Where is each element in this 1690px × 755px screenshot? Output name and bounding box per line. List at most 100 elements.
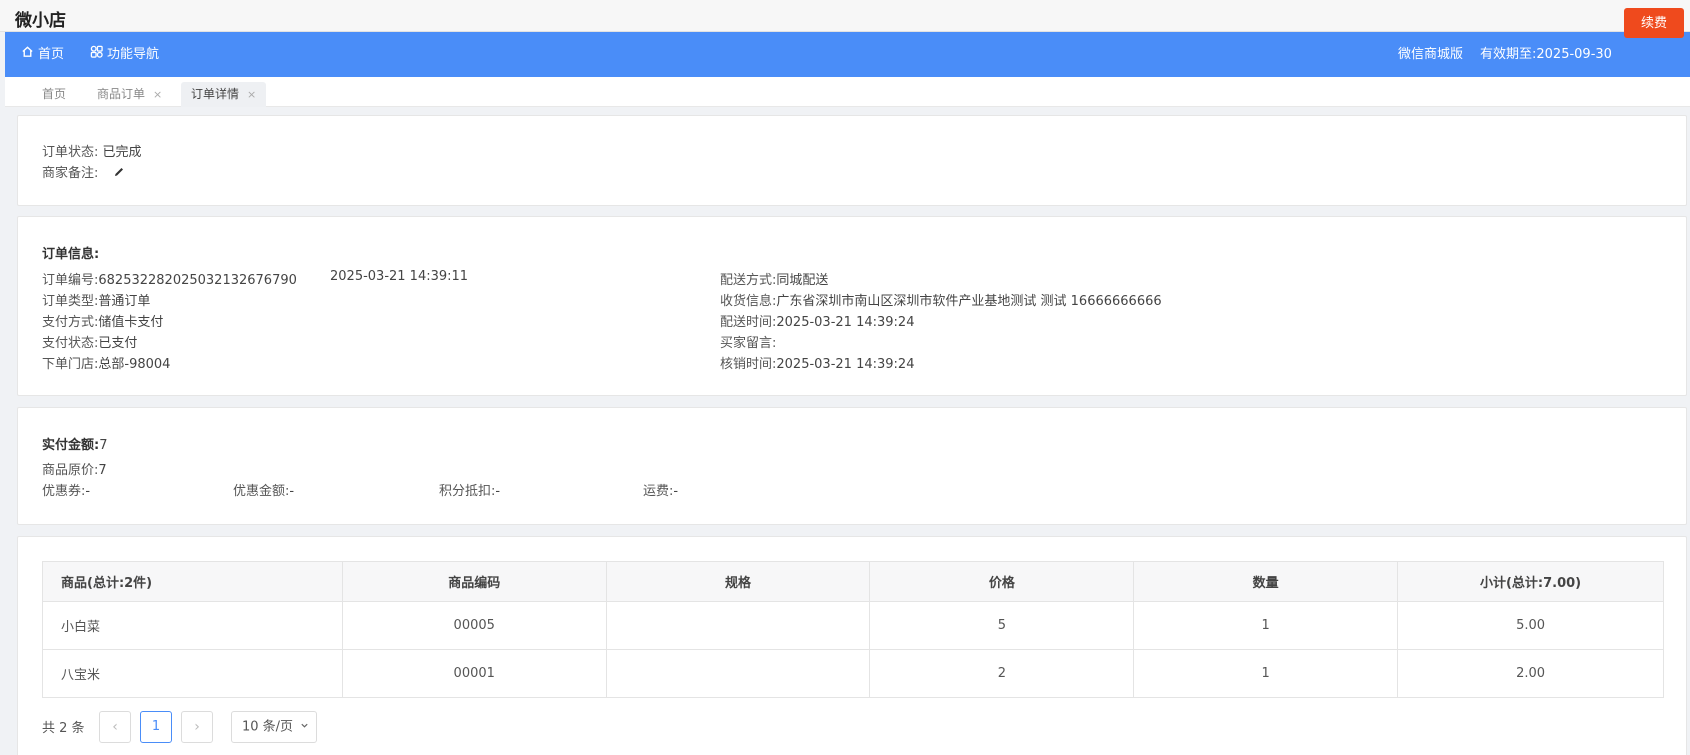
tab-bar: 首页 商品订单 × 订单详情 ×	[5, 77, 1690, 107]
order-status-row: 订单状态: 已完成	[42, 141, 142, 160]
delivery-value: 同城配送	[776, 273, 829, 288]
tab-product-orders-label: 商品订单	[97, 87, 146, 101]
col-header-code: 商品编码	[341, 561, 607, 602]
verify-time-value: 2025-03-21 14:39:24	[776, 357, 915, 372]
order-type-value: 普通订单	[98, 294, 151, 309]
cell-code: 00001	[341, 649, 607, 698]
delivery-row: 配送方式:同城配送	[720, 269, 828, 288]
order-time: 2025-03-21 14:39:11	[330, 269, 469, 284]
nav-function[interactable]: 功能导航	[90, 32, 159, 77]
chevron-down-icon	[300, 712, 309, 742]
order-type-row: 订单类型:普通订单	[42, 290, 150, 309]
delivery-time-row: 配送时间:2025-03-21 14:39:24	[720, 311, 914, 330]
address-row: 收货信息:广东省深圳市南山区深圳市软件产业基地测试 测试 16666666666	[720, 290, 1162, 309]
col-header-spec: 规格	[605, 561, 871, 602]
goods-card: 商品(总计:2件) 商品编码 规格 价格 数量 小计(总计:7.00) 小白菜 …	[17, 536, 1687, 755]
store-label: 下单门店:	[42, 357, 99, 372]
page-1-button[interactable]: 1	[140, 711, 172, 743]
close-icon[interactable]: ×	[247, 88, 256, 101]
pay-status-value: 已支付	[98, 336, 138, 351]
discount-label: 优惠金额:	[233, 484, 290, 499]
discount-value: -	[289, 484, 295, 499]
cell-product: 八宝米	[42, 649, 343, 698]
pay-status-label: 支付状态:	[42, 336, 99, 351]
cell-spec	[605, 601, 871, 650]
order-no-value: 68253228202503213267679​0	[98, 273, 297, 288]
buyer-message-label: 买家留言:	[720, 336, 777, 351]
freight-row: 运费:-	[643, 480, 678, 499]
order-no-label: 订单编号:	[42, 273, 99, 288]
col-header-price: 价格	[869, 561, 1135, 602]
renew-button[interactable]: 续费	[1624, 8, 1684, 38]
page-size-value: 10 条/页	[242, 719, 294, 735]
function-nav-icon	[90, 32, 103, 77]
cell-price: 2	[869, 649, 1135, 698]
original-price-label: 商品原价:	[42, 463, 99, 478]
page-size-select[interactable]: 10 条/页	[231, 711, 317, 743]
store-value: 总部-98004	[98, 357, 171, 372]
col-header-product: 商品(总计:2件)	[42, 561, 343, 602]
tab-order-detail[interactable]: 订单详情 ×	[181, 82, 267, 107]
delivery-time-label: 配送时间:	[720, 315, 777, 330]
store-row: 下单门店:总部-98004	[42, 353, 170, 372]
order-info-card: 订单信息: 订单编号:68253228202503213267679​0 202…	[17, 216, 1687, 396]
table-header-row: 商品(总计:2件) 商品编码 规格 价格 数量 小计(总计:7.00)	[42, 561, 1664, 602]
discount-row: 优惠金额:-	[233, 480, 294, 499]
order-status-label: 订单状态:	[42, 145, 99, 160]
original-price-row: 商品原价:7	[42, 459, 107, 478]
pager-total: 共 2 条	[42, 721, 85, 736]
cell-code: 00005	[341, 601, 607, 650]
coupon-value: -	[85, 484, 91, 499]
paid-amount-value: 7	[99, 438, 108, 453]
cell-product: 小白菜	[42, 601, 343, 650]
verify-time-row: 核销时间:2025-03-21 14:39:24	[720, 353, 914, 372]
tab-order-detail-label: 订单详情	[191, 87, 240, 101]
freight-value: -	[673, 484, 679, 499]
points-value: -	[495, 484, 501, 499]
pay-status-row: 支付状态:已支付	[42, 332, 137, 351]
goods-table: 商品(总计:2件) 商品编码 规格 价格 数量 小计(总计:7.00) 小白菜 …	[42, 561, 1664, 698]
nav-home-label: 首页	[38, 47, 65, 62]
top-nav: 首页 功能导航 微信商城版 有效期至:2025-09-30	[5, 32, 1690, 77]
points-row: 积分抵扣:-	[439, 480, 500, 499]
pay-method-row: 支付方式:储值卡支付	[42, 311, 163, 330]
freight-label: 运费:	[643, 484, 674, 499]
delivery-label: 配送方式:	[720, 273, 777, 288]
nav-home[interactable]: 首页	[21, 32, 64, 77]
original-price-value: 7	[98, 463, 107, 478]
address-value: 广东省深圳市南山区深圳市软件产业基地测试 测试 16666666666	[776, 294, 1162, 309]
cell-subtotal: 2.00	[1397, 649, 1664, 698]
prev-page-button[interactable]: ‹	[99, 711, 131, 743]
col-header-qty: 数量	[1133, 561, 1399, 602]
order-no-row: 订单编号:68253228202503213267679​0	[42, 269, 297, 288]
next-page-button[interactable]: ›	[181, 711, 213, 743]
order-type-label: 订单类型:	[42, 294, 99, 309]
cell-qty: 1	[1133, 649, 1399, 698]
paid-amount-label: 实付金额:	[42, 438, 100, 453]
cell-qty: 1	[1133, 601, 1399, 650]
cell-spec	[605, 649, 871, 698]
expiry-label: 有效期至:2025-09-30	[1480, 47, 1612, 62]
order-status-card: 订单状态: 已完成 商家备注:	[17, 115, 1687, 206]
order-status-value: 已完成	[102, 145, 142, 160]
title-bar: 微小店	[0, 0, 1690, 32]
table-row: 八宝米 00001 2 1 2.00	[42, 649, 1664, 698]
buyer-message-row: 买家留言:	[720, 332, 776, 351]
merchant-remark-label: 商家备注:	[42, 166, 99, 181]
coupon-label: 优惠券:	[42, 484, 86, 499]
col-header-subtotal: 小计(总计:7.00)	[1397, 561, 1664, 602]
close-icon[interactable]: ×	[153, 88, 162, 101]
cell-price: 5	[869, 601, 1135, 650]
paid-amount-row: 实付金额:7	[42, 434, 107, 453]
merchant-remark-row: 商家备注:	[42, 162, 125, 182]
edit-icon[interactable]	[113, 166, 125, 182]
cell-subtotal: 5.00	[1397, 601, 1664, 650]
points-label: 积分抵扣:	[439, 484, 496, 499]
nav-function-label: 功能导航	[107, 47, 160, 62]
delivery-time-value: 2025-03-21 14:39:24	[776, 315, 915, 330]
tab-home-label: 首页	[42, 87, 67, 101]
tab-home[interactable]: 首页	[32, 82, 76, 107]
tab-product-orders[interactable]: 商品订单 ×	[87, 82, 172, 107]
address-label: 收货信息:	[720, 294, 777, 309]
order-info-heading: 订单信息:	[42, 247, 100, 262]
